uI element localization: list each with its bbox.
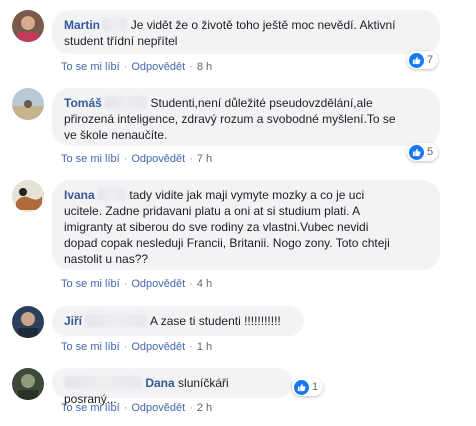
timestamp[interactable]: 2 h	[197, 402, 212, 414]
comment-actions: To se mi líbí · Odpovědět · 8 h	[61, 61, 213, 73]
timestamp[interactable]: 1 h	[197, 341, 212, 353]
comment-bubble: Tomáš Studenti,není důležité pseudovzděl…	[52, 88, 440, 146]
timestamp[interactable]: 8 h	[197, 61, 212, 73]
like-link[interactable]: To se mi líbí	[61, 341, 120, 353]
reply-link[interactable]: Odpovědět	[131, 153, 185, 165]
like-link[interactable]: To se mi líbí	[61, 278, 120, 290]
comment-text: tady vidite jak maji vymyte mozky a co j…	[129, 188, 365, 202]
comment-author[interactable]: Jiří	[64, 314, 82, 328]
comment-text: A zase ti studenti !!!!!!!!!!!	[150, 314, 281, 328]
thumbs-up-icon	[409, 52, 424, 68]
like-link[interactable]: To se mi líbí	[61, 61, 120, 73]
timestamp[interactable]: 7 h	[197, 153, 212, 165]
comment-text: imigranty at siberou do sve rodiny za vl…	[64, 220, 369, 234]
reply-link[interactable]: Odpovědět	[131, 61, 185, 73]
blurred-name	[103, 18, 128, 31]
avatar[interactable]	[12, 88, 44, 120]
comment-bubble: Ivana tady vidite jak maji vymyte mozky …	[52, 180, 440, 270]
thumbs-up-icon	[409, 144, 424, 160]
comment-text: přirozená inteligence, zdravý rozum a sv…	[64, 112, 396, 126]
comment-author[interactable]: Martin	[64, 18, 100, 32]
like-link[interactable]: To se mi líbí	[61, 153, 120, 165]
comment-author[interactable]: Tomáš	[64, 96, 102, 110]
comment-actions: To se mi líbí · Odpovědět · 7 h	[61, 153, 213, 165]
thumbs-up-icon	[294, 379, 309, 395]
comment-bubble: Martin Je vidět že o životě toho ještě m…	[52, 10, 440, 54]
comment-text: ve škole nenaučíte.	[64, 128, 168, 142]
avatar[interactable]	[12, 306, 44, 338]
comment-actions: To se mi líbí · Odpovědět · 1 h	[61, 341, 213, 353]
comment-author[interactable]: Dana	[145, 376, 174, 390]
reaction-count[interactable]: 5	[407, 143, 439, 161]
comment-text: ucitele. Zadne pridavani platu a oni at …	[64, 204, 361, 218]
avatar[interactable]	[12, 368, 44, 400]
comment-actions: To se mi líbí · Odpovědět · 4 h	[61, 278, 213, 290]
comment-text: dopad copak nesleduji Francii, Britanii.…	[64, 236, 390, 250]
comment-bubble: Dana sluníčkáři posraný...	[52, 368, 292, 406]
reaction-count[interactable]: 7	[407, 51, 439, 69]
comment-bubble: Jiří A zase ti studenti !!!!!!!!!!!	[52, 306, 304, 336]
comment-text: nastolit u nas??	[64, 252, 149, 266]
comment-actions: To se mi líbí · Odpovědět · 2 h	[61, 402, 213, 414]
comment-text: Je vidět že o životě toho ještě moc nevě…	[130, 18, 396, 32]
blurred-name	[64, 376, 142, 389]
like-link[interactable]: To se mi líbí	[61, 402, 120, 414]
avatar[interactable]	[12, 180, 44, 212]
blurred-name	[85, 314, 148, 327]
reply-link[interactable]: Odpovědět	[131, 278, 185, 290]
comment-text: student třídní nepřítel	[64, 34, 178, 48]
comment-author[interactable]: Ivana	[64, 188, 95, 202]
avatar[interactable]	[12, 10, 44, 42]
reply-link[interactable]: Odpovědět	[131, 402, 185, 414]
timestamp[interactable]: 4 h	[197, 278, 212, 290]
blurred-name	[98, 188, 127, 201]
reply-link[interactable]: Odpovědět	[131, 341, 185, 353]
reaction-count[interactable]: 1	[292, 378, 324, 396]
comment-text: Studenti,není důležité pseudovzdělání,al…	[150, 96, 373, 110]
blurred-name	[105, 96, 148, 109]
